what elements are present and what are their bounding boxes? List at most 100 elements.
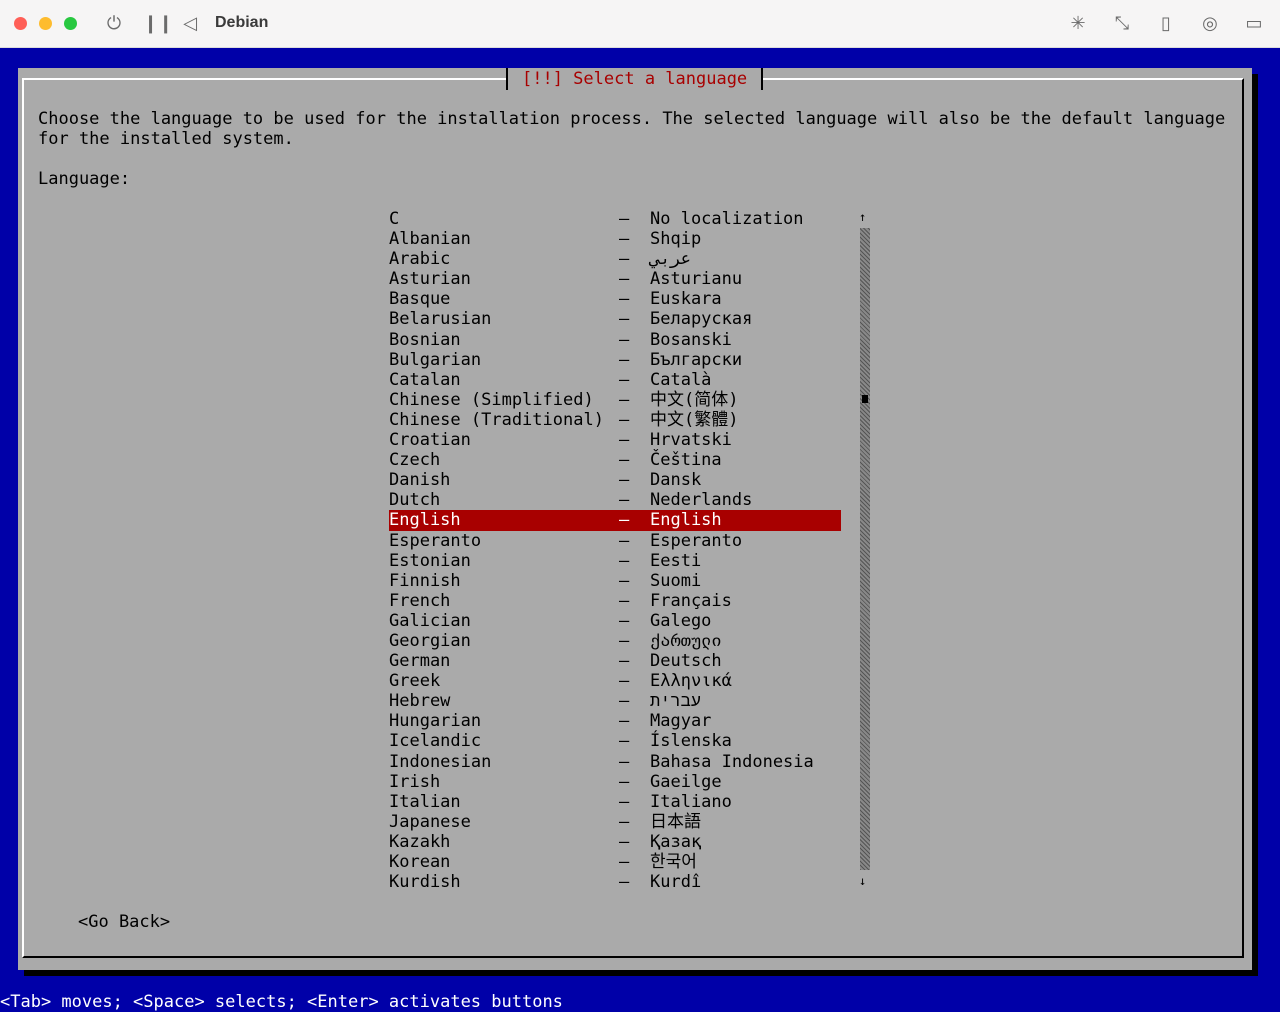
power-icon[interactable]: ⏻ [103, 12, 125, 34]
list-item[interactable]: Catalan – Català [389, 370, 841, 390]
list-item[interactable]: Georgian – ქართული [389, 631, 841, 651]
list-item[interactable]: Icelandic – Íslenska [389, 731, 841, 751]
list-item[interactable]: Esperanto – Esperanto [389, 531, 841, 551]
separator-dash: – [619, 289, 630, 310]
list-item[interactable]: Italian – Italiano [389, 792, 841, 812]
separator-dash: – [619, 852, 630, 872]
list-item[interactable]: Chinese (Traditional) – 中文(繁體) [389, 410, 841, 430]
list-item[interactable]: Croatian – Hrvatski [389, 430, 841, 450]
language-label: Language: [38, 169, 131, 189]
list-item[interactable]: Greek – Ελληνικά [389, 671, 841, 691]
separator-dash: – [619, 369, 630, 390]
resize-icon[interactable]: ⤡ [1111, 12, 1133, 34]
list-item[interactable]: French – Français [389, 591, 841, 611]
list-item[interactable]: Japanese – 日本語 [389, 812, 841, 832]
go-back-button[interactable]: <Go Back> [78, 912, 170, 932]
list-item[interactable]: Kazakh – Қазақ [389, 832, 841, 852]
separator-dash: – [619, 430, 630, 451]
usb-icon[interactable]: ▯ [1155, 12, 1177, 34]
language-name: Finnish [389, 570, 461, 591]
language-name: Bosnian [389, 329, 461, 350]
language-name: Kurdish [389, 872, 461, 893]
separator-dash: – [619, 249, 630, 270]
language-name: Basque [389, 289, 451, 310]
separator-dash: – [619, 610, 630, 631]
separator-dash: – [619, 731, 630, 752]
list-item[interactable]: Albanian – Shqip [389, 229, 841, 249]
native-language-name: Shqip [650, 229, 702, 250]
list-item[interactable]: German – Deutsch [389, 651, 841, 671]
installer-dialog: [!!] Select a language Choose the langua… [18, 68, 1252, 970]
separator-dash: – [619, 329, 630, 350]
brightness-icon[interactable]: ✳ [1067, 12, 1089, 34]
back-icon[interactable]: ◁ [179, 12, 201, 34]
network-icon[interactable]: ◎ [1199, 12, 1221, 34]
minimize-window-button[interactable] [39, 17, 52, 30]
scrollbar-track[interactable] [860, 228, 870, 870]
separator-dash: – [619, 309, 630, 330]
list-item[interactable]: Bulgarian – Български [389, 350, 841, 370]
language-name: English [389, 510, 461, 531]
language-name: Italian [389, 791, 461, 812]
list-item[interactable]: Dutch – Nederlands [389, 490, 841, 510]
native-language-name: Ελληνικά [650, 671, 732, 692]
list-item[interactable]: Hungarian – Magyar [389, 711, 841, 731]
list-item[interactable]: Indonesian – Bahasa Indonesia [389, 752, 841, 772]
native-language-name: Asturianu [650, 269, 743, 290]
list-item[interactable]: Kurdish – Kurdî [389, 872, 841, 892]
native-language-name: Nederlands [650, 490, 753, 511]
separator-dash: – [619, 470, 630, 491]
list-item[interactable]: Finnish – Suomi [389, 571, 841, 591]
native-language-name: No localization [650, 209, 804, 229]
close-window-button[interactable] [14, 17, 27, 30]
list-item[interactable]: Hebrew – עברית [389, 691, 841, 711]
list-item[interactable]: Asturian – Asturianu [389, 269, 841, 289]
scroll-down-arrow-icon[interactable]: ↓ [859, 874, 866, 888]
list-item[interactable]: Galician – Galego [389, 611, 841, 631]
native-language-name: 中文(繁體) [650, 409, 739, 430]
language-name: German [389, 651, 451, 672]
list-item[interactable]: Irish – Gaeilge [389, 772, 841, 792]
scrollbar-thumb[interactable] [862, 395, 868, 403]
language-name: Greek [389, 671, 441, 692]
language-list[interactable]: C – No localization Albanian – Shqip Arabic – عر… [389, 209, 841, 892]
language-name: Estonian [389, 550, 471, 571]
language-name: Galician [389, 610, 471, 631]
native-language-name: ქართული [650, 630, 722, 651]
separator-dash: – [619, 811, 630, 832]
language-name: Kazakh [389, 831, 451, 852]
folder-icon[interactable]: ▭ [1243, 12, 1265, 34]
pause-icon[interactable]: ❙❙ [143, 12, 173, 34]
separator-dash: – [619, 349, 630, 370]
separator-dash: – [619, 530, 630, 551]
native-language-name: Gaeilge [650, 771, 722, 792]
language-name: Hungarian [389, 711, 482, 732]
separator-dash: – [619, 651, 630, 672]
language-name: Catalan [389, 369, 461, 390]
list-item[interactable]: Czech – Čeština [389, 450, 841, 470]
list-item[interactable]: Danish – Dansk [389, 470, 841, 490]
list-item[interactable]: English – English [389, 510, 841, 531]
list-item[interactable]: Chinese (Simplified) – 中文(简体) [389, 390, 841, 410]
separator-dash: – [619, 590, 630, 611]
language-name: Icelandic [389, 731, 482, 752]
list-item[interactable]: Arabic – عربي [389, 249, 841, 269]
separator-dash: – [619, 389, 630, 410]
window-titlebar: ⏻ ❙❙ ◁ Debian ✳ ⤡ ▯ ◎ ▭ [0, 0, 1280, 48]
list-item[interactable]: Estonian – Eesti [389, 551, 841, 571]
language-name: Belarusian [389, 309, 492, 330]
scroll-up-arrow-icon[interactable]: ↑ [859, 210, 866, 224]
language-name: Bulgarian [389, 349, 482, 370]
separator-dash: – [619, 872, 630, 893]
language-name: Hebrew [389, 691, 451, 712]
list-item[interactable]: Korean – 한국어 [389, 852, 841, 872]
list-item[interactable]: Belarusian – Беларуская [389, 309, 841, 329]
list-item[interactable]: C – No localization [389, 209, 841, 229]
list-item[interactable]: Bosnian – Bosanski [389, 330, 841, 350]
native-language-name: Suomi [650, 570, 702, 591]
language-name: Czech [389, 450, 441, 471]
window-title: Debian [215, 14, 269, 31]
list-item[interactable]: Basque – Euskara [389, 289, 841, 309]
native-language-name: Magyar [650, 711, 712, 732]
zoom-window-button[interactable] [64, 17, 77, 30]
